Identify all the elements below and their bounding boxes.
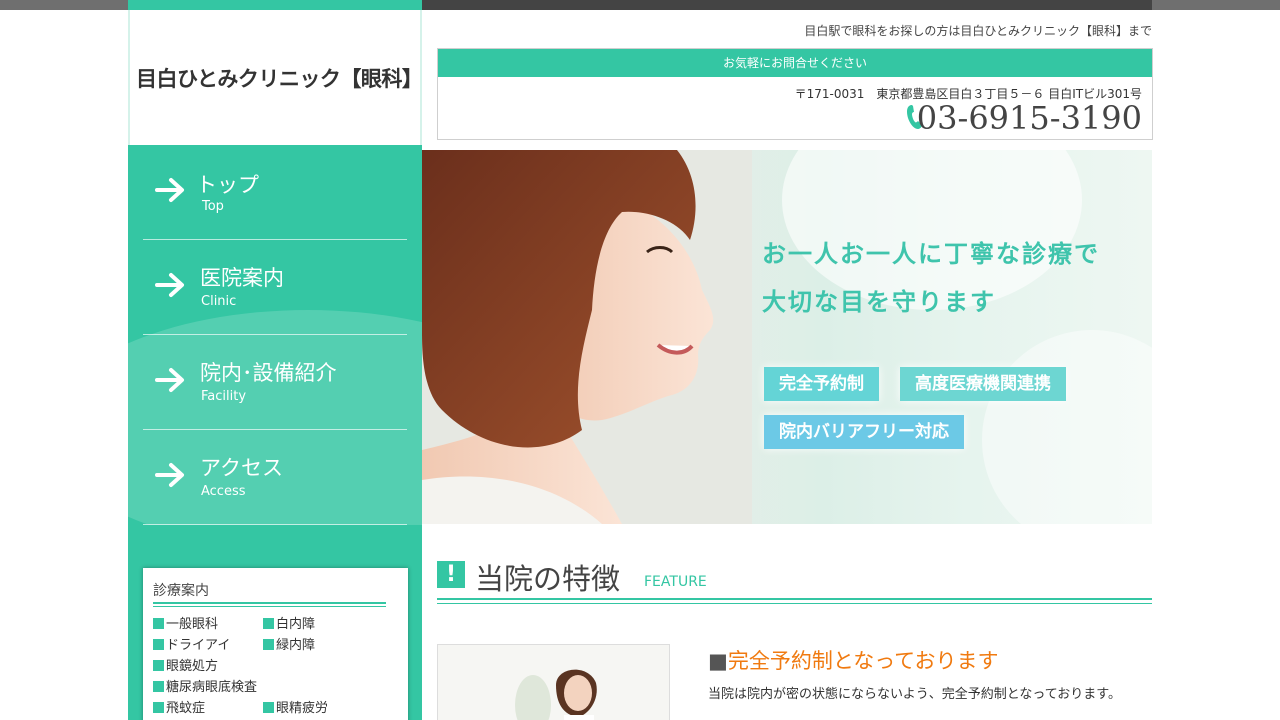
service-item[interactable]: 糖尿病眼底検査 [153,676,257,695]
square-bullet-icon [153,618,164,629]
phone-number[interactable]: 03-6915-3190 [917,99,1142,137]
square-bullet-icon [263,618,274,629]
sidebar-lower: 診療案内 一般眼科 白内障 ドライアイ 緑内障 眼鏡処方 糖尿病眼底検査 飛蚊症… [128,525,422,720]
arrow-right-icon [155,273,184,297]
left-column: 目白ひとみクリニック【眼科】 トップ Top 医院案内 Clinic 院内･設備… [128,10,423,720]
nav-item-clinic[interactable]: 医院案内 Clinic [143,240,407,335]
service-item[interactable]: 飛蚊症 [153,697,205,716]
square-bullet-icon [153,681,164,692]
service-item[interactable]: 眼鏡処方 [153,655,218,674]
nav-item-label: アクセス [200,456,283,480]
service-item[interactable]: 一般眼科 [153,613,218,632]
receptionist-photo [438,645,669,720]
services-box: 診療案内 一般眼科 白内障 ドライアイ 緑内障 眼鏡処方 糖尿病眼底検査 飛蚊症… [143,568,408,720]
badge-medical-partner: 高度医療機関連携 [900,367,1066,401]
top-bar-dark [422,0,1152,10]
feature-body: 当院は院内が密の状態にならないよう、完全予約制となっております。 [708,687,1122,702]
top-bar [0,0,1280,10]
site-logo[interactable]: 目白ひとみクリニック【眼科】 [136,63,423,93]
hero-woman-photo [422,150,752,524]
nav-item-sublabel: Facility [201,389,247,404]
features-title-en: FEATURE [644,574,707,590]
features-divider [437,598,1152,604]
square-bullet-icon [153,660,164,671]
services-divider [153,602,386,607]
square-bullet-icon [263,702,274,713]
nav-item-facility[interactable]: 院内･設備紹介 Facility [143,335,407,430]
contact-bar-label: お気軽にお問合せください [438,49,1152,77]
arrow-right-icon [155,368,184,392]
exclamation-icon: ! [437,561,465,588]
logo-box[interactable]: 目白ひとみクリニック【眼科】 [128,10,423,145]
hero-bokeh [982,330,1152,524]
square-bullet-icon [153,702,164,713]
features-header: ! 当院の特徴 FEATURE [437,558,1152,604]
service-item[interactable]: ドライアイ [153,634,230,653]
hero-headline-1: お一人お一人に丁寧な診療で [762,240,1100,268]
nav-item-label: 医院案内 [200,266,284,290]
contact-box: お気軽にお問合せください 〒171-0031 東京都豊島区目白３丁目５－６ 目白… [437,48,1153,140]
badge-reservation: 完全予約制 [764,367,879,401]
nav-item-top[interactable]: トップ Top [143,145,407,240]
nav-item-access[interactable]: アクセス Access [143,430,407,525]
hero-headline-2: 大切な目を守ります [762,288,996,316]
service-item[interactable]: 眼精疲労 [263,697,328,716]
arrow-right-icon [155,178,184,202]
square-bullet-icon [263,639,274,650]
features-title: 当院の特徴 [475,562,621,596]
nav-item-sublabel: Top [202,199,224,214]
feature-photo [437,644,670,720]
feature-heading: ■完全予約制となっております [708,645,999,675]
service-item[interactable]: 緑内障 [263,634,315,653]
top-bar-accent [128,0,422,10]
services-title: 診療案内 [153,583,209,599]
service-item[interactable]: 白内障 [263,613,315,632]
nav-item-label: トップ [196,173,259,197]
square-mark: ■ [708,649,728,673]
arrow-right-icon [155,463,184,487]
main-nav: トップ Top 医院案内 Clinic 院内･設備紹介 Facility アクセ… [128,145,422,525]
feature-heading-text: 完全予約制となっております [727,649,999,673]
nav-item-label: 院内･設備紹介 [200,361,337,385]
square-bullet-icon [153,639,164,650]
site-tagline: 目白駅で眼科をお探しの方は目白ひとみクリニック【眼科】まで [804,24,1152,38]
nav-item-sublabel: Access [201,484,246,499]
nav-item-sublabel: Clinic [201,294,237,309]
badge-barrier-free: 院内バリアフリー対応 [764,415,964,449]
hero-banner: お一人お一人に丁寧な診療で 大切な目を守ります 完全予約制 高度医療機関連携 院… [422,150,1152,524]
